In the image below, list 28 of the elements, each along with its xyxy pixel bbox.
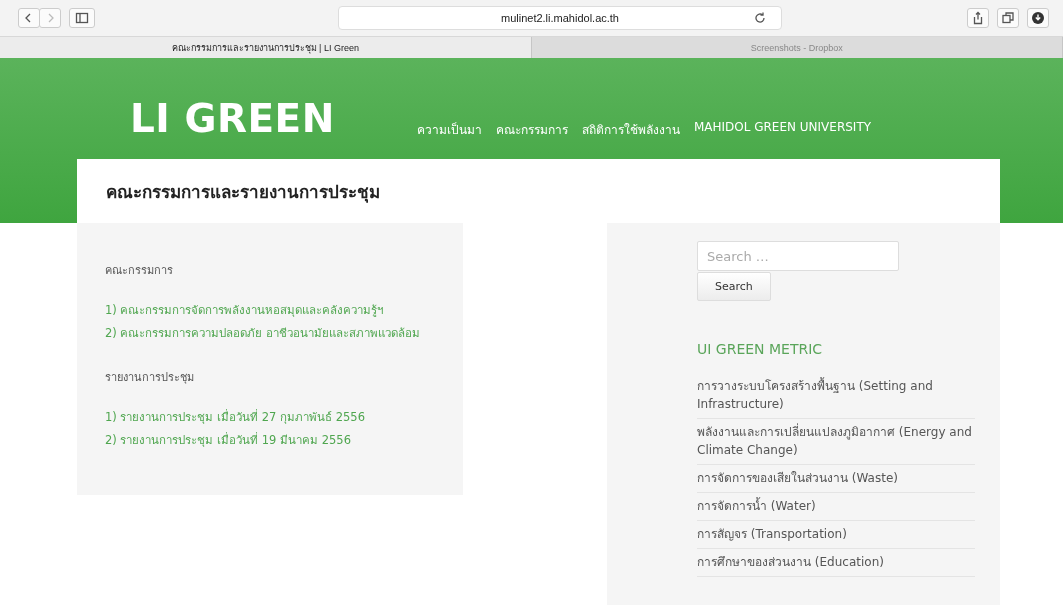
nav-link[interactable]: ความเป็นมา: [416, 120, 482, 139]
sidebar-link[interactable]: การจัดการน้ำ (Water): [697, 497, 975, 515]
nav-link[interactable]: สถิติการใช้พลังงาน: [581, 120, 680, 139]
document-link[interactable]: 2) รายงานการประชุม เมื่อวันที่ 19 มีนาคม 2556: [105, 431, 463, 449]
sidebar-link[interactable]: การวางระบบโครงสร้างพื้นฐาน (Setting and Infrastructure): [697, 377, 975, 413]
sidebar-link[interactable]: การสัญจร (Transportation): [697, 525, 975, 543]
sidebar-link[interactable]: พลังงานและการเปลี่ยนแปลงภูมิอากาศ (Energy and Climate Change): [697, 423, 975, 459]
url-text: mulinet2.li.mahidol.ac.th: [501, 12, 619, 24]
document-link[interactable]: 1) คณะกรรมการจัดการพลังงานหอสมุดและคลังความรู้ฯ: [105, 301, 463, 319]
browser-tab[interactable]: คณะกรรมการและรายงานการประชุม | LI Green: [0, 37, 532, 58]
document-link[interactable]: 1) รายงานการประชุม เมื่อวันที่ 27 กุมภาพันธ์ 2556: [105, 408, 463, 426]
widget-title: UI GREEN METRIC: [697, 341, 824, 357]
section-heading: รายงานการประชุม: [105, 370, 195, 386]
site-logo[interactable]: LI GREEN: [130, 96, 335, 141]
browser-tab[interactable]: Screenshots - Dropbox: [531, 37, 1063, 58]
search-field[interactable]: Search …: [697, 241, 899, 271]
nav-link[interactable]: MAHIDOL GREEN UNIVERSITY: [693, 120, 872, 139]
sidebar-link[interactable]: การศึกษาของส่วนงาน (Education): [697, 553, 975, 571]
search-button[interactable]: Search: [697, 272, 771, 301]
reload-icon[interactable]: [753, 11, 767, 25]
page-title: คณะกรรมการและรายงานการประชุม: [106, 180, 380, 205]
document-link[interactable]: 2) คณะกรรมการความปลอดภัย อาชีวอนามัยและสภาพแวดล้อม: [105, 324, 463, 342]
address-bar[interactable]: mulinet2.li.mahidol.ac.th: [338, 6, 782, 30]
section-heading: คณะกรรมการ: [105, 263, 174, 279]
nav-link[interactable]: คณะกรรมการ: [495, 120, 568, 139]
sidebar-icon[interactable]: [75, 11, 89, 25]
sidebar-button[interactable]: [69, 8, 95, 28]
sidebar-link[interactable]: การจัดการของเสียในส่วนงาน (Waste): [697, 469, 975, 487]
